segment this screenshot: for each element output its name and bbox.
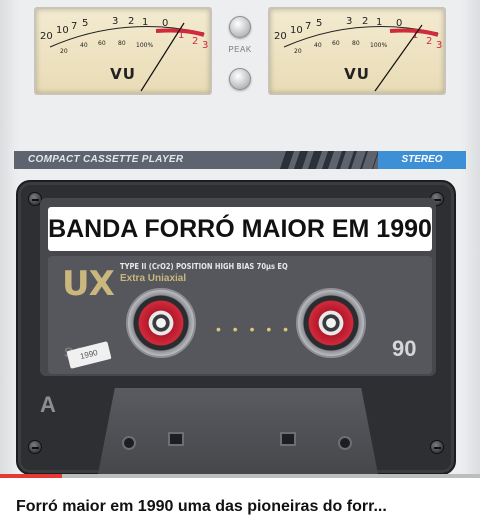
svg-text:7: 7 [71, 21, 77, 32]
svg-text:3: 3 [346, 16, 352, 27]
peak-led-bottom [229, 68, 251, 90]
screw-icon [28, 440, 42, 454]
svg-text:2: 2 [426, 36, 432, 47]
svg-text:7: 7 [305, 21, 311, 32]
cassette-window: UX TYPE II (CrO2) POSITION HIGH BIAS 70μ… [48, 256, 432, 374]
vu-meter-left: 20 10 7 5 3 2 1 0 1 2 3 20 40 60 80 100%… [34, 7, 212, 95]
svg-text:100%: 100% [370, 42, 387, 49]
vu-label: VU [344, 65, 370, 83]
svg-text:3: 3 [436, 40, 442, 51]
svg-text:0: 0 [396, 18, 402, 29]
reel-left-icon [126, 288, 196, 358]
svg-text:1: 1 [376, 17, 382, 28]
peak-label: PEAK [228, 45, 252, 54]
decorative-stripes [280, 151, 379, 169]
svg-text:2: 2 [128, 16, 134, 27]
svg-text:20: 20 [274, 31, 287, 42]
svg-text:5: 5 [82, 18, 88, 29]
svg-text:10: 10 [56, 25, 69, 36]
svg-text:100%: 100% [136, 42, 153, 49]
svg-text:2: 2 [362, 16, 368, 27]
vu-meter-right: 20 10 7 5 3 2 1 0 1 2 3 20 40 60 80 100%… [268, 7, 446, 95]
tape-length: 90 [392, 336, 417, 361]
video-progress-bar[interactable] [0, 474, 480, 478]
svg-text:40: 40 [314, 42, 322, 49]
side-indicator: A [40, 392, 56, 417]
tape-type: TYPE II (CrO2) POSITION HIGH BIAS 70μs E… [120, 262, 288, 271]
video-title[interactable]: Forró maior em 1990 uma das pioneiras do… [16, 498, 476, 516]
stereo-badge: STEREO [378, 151, 466, 169]
tape-subtitle: Extra Uniaxial [120, 273, 187, 284]
svg-text:3: 3 [202, 40, 208, 51]
video-player[interactable]: 20 10 7 5 3 2 1 0 1 2 3 20 40 60 80 100%… [0, 0, 480, 478]
player-label-strip: COMPACT CASSETTE PLAYER STEREO [14, 151, 466, 169]
guide-hole-icon [122, 436, 136, 450]
window-dots: • • • • • [216, 321, 293, 337]
video-progress-fill [0, 474, 63, 478]
screw-icon [430, 440, 444, 454]
svg-text:20: 20 [294, 48, 302, 55]
scale-label: 20 [40, 31, 53, 42]
svg-text:2: 2 [192, 36, 198, 47]
guide-hole-icon [338, 436, 352, 450]
svg-text:80: 80 [352, 40, 360, 47]
vu-label: VU [110, 65, 136, 83]
cassette-tape: BANDA FORRÓ MAIOR EM 1990 UX TYPE II (Cr… [16, 180, 456, 475]
svg-text:5: 5 [316, 18, 322, 29]
svg-text:3: 3 [112, 16, 118, 27]
reel-right-icon [296, 288, 366, 358]
svg-text:20: 20 [60, 48, 68, 55]
svg-text:60: 60 [332, 40, 340, 47]
svg-text:0: 0 [162, 18, 168, 29]
cassette-bottom-plate [98, 388, 378, 474]
svg-text:1: 1 [142, 17, 148, 28]
cassette-title: BANDA FORRÓ MAIOR EM 1990 [48, 207, 432, 251]
tape-slot-icon [280, 432, 296, 446]
svg-text:80: 80 [118, 40, 126, 47]
peak-led-top [229, 16, 251, 38]
svg-text:10: 10 [290, 25, 303, 36]
tape-slot-icon [168, 432, 184, 446]
tape-model: UX [62, 264, 115, 304]
player-name-text: COMPACT CASSETTE PLAYER [28, 154, 184, 165]
svg-text:60: 60 [98, 40, 106, 47]
svg-text:40: 40 [80, 42, 88, 49]
